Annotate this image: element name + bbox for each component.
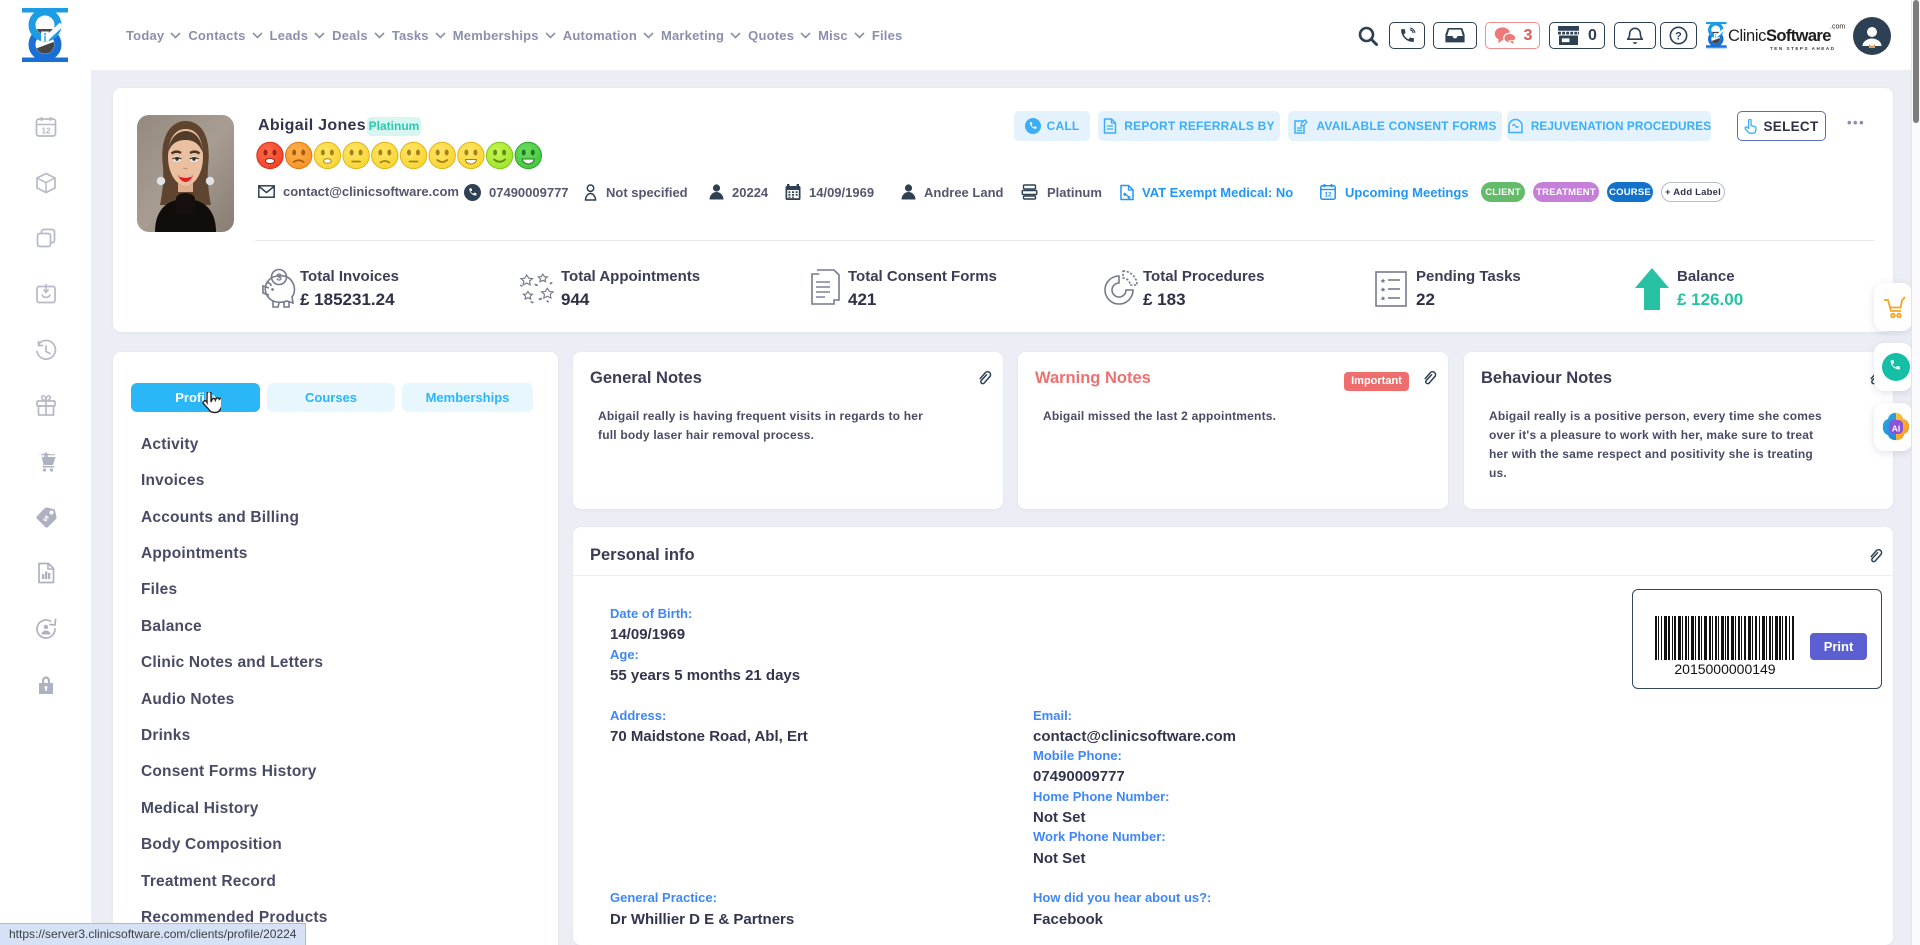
svg-text:12: 12 xyxy=(42,127,51,136)
svg-text:.com: .com xyxy=(1830,24,1845,31)
svg-text:$: $ xyxy=(276,273,282,284)
svg-text:TEN STEPS AHEAD: TEN STEPS AHEAD xyxy=(1770,46,1835,51)
svg-text:12: 12 xyxy=(1324,192,1332,199)
svg-text:AI: AI xyxy=(1892,424,1901,434)
svg-text:?: ? xyxy=(1675,30,1682,42)
svg-text:ClinicSoftware: ClinicSoftware xyxy=(1728,27,1831,45)
